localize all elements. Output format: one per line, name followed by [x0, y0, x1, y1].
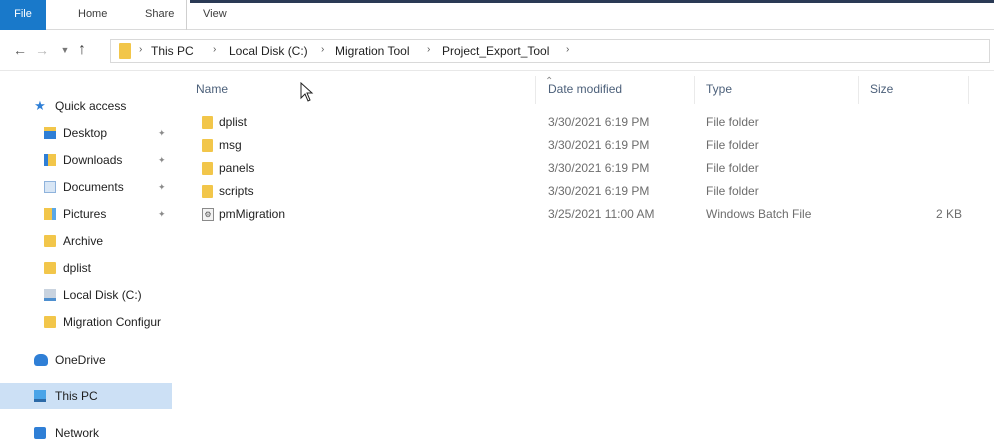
folder-icon: [202, 139, 213, 152]
breadcrumb-migration-tool[interactable]: Migration Tool: [335, 44, 409, 58]
column-divider[interactable]: [858, 76, 859, 104]
sidebar-item-label: OneDrive: [55, 353, 106, 367]
file-name: dplist: [219, 115, 248, 129]
network-icon: [34, 427, 46, 439]
sidebar-item-documents[interactable]: Documents ✦: [0, 174, 172, 200]
this-pc-icon: [34, 390, 46, 402]
tab-home[interactable]: Home: [78, 0, 107, 30]
folder-icon: [202, 162, 213, 175]
mouse-pointer-icon: [300, 82, 314, 102]
breadcrumb-chevron-icon[interactable]: ›: [213, 44, 216, 55]
sidebar-item-migration-configur[interactable]: Migration Configur: [0, 309, 172, 335]
sidebar-item-label: Pictures: [63, 207, 107, 221]
ribbon: File Home Share View: [0, 0, 994, 30]
column-divider[interactable]: [694, 76, 695, 104]
navigation-pane: ★ Quick access Desktop ✦ Downloads ✦ Doc…: [0, 72, 182, 448]
file-name: pmMigration: [219, 207, 286, 221]
file-date-modified: 3/30/2021 6:19 PM: [548, 115, 650, 129]
file-date-modified: 3/30/2021 6:19 PM: [548, 138, 650, 152]
folder-icon: [44, 316, 56, 328]
file-date-modified: 3/25/2021 11:00 AM: [548, 207, 655, 221]
desktop-icon: [44, 127, 56, 139]
breadcrumb-chevron-icon[interactable]: ›: [139, 44, 142, 55]
file-type: Windows Batch File: [706, 207, 812, 221]
onedrive-icon: [34, 354, 48, 366]
column-header-date-modified[interactable]: Date modified: [548, 82, 622, 96]
file-type: File folder: [706, 161, 759, 175]
sidebar-item-label: Desktop: [63, 126, 108, 140]
folder-icon: [44, 235, 56, 247]
pin-icon[interactable]: ✦: [158, 120, 166, 146]
column-header-size[interactable]: Size: [870, 82, 893, 96]
file-date-modified: 3/30/2021 6:19 PM: [548, 161, 650, 175]
sidebar-item-this-pc[interactable]: This PC: [0, 383, 172, 409]
file-row-panels[interactable]: panels 3/30/2021 6:19 PM File folder: [182, 157, 994, 180]
file-type: File folder: [706, 138, 759, 152]
column-header-name[interactable]: Name: [196, 82, 228, 96]
pictures-icon: [44, 208, 56, 220]
breadcrumb-chevron-icon[interactable]: ›: [427, 44, 430, 55]
sidebar-item-network[interactable]: Network: [0, 420, 172, 446]
file-name: panels: [219, 161, 255, 175]
file-type: File folder: [706, 115, 759, 129]
sidebar-item-quick-access[interactable]: ★ Quick access: [0, 93, 172, 119]
pin-icon[interactable]: ✦: [158, 147, 166, 173]
file-row-dplist[interactable]: dplist 3/30/2021 6:19 PM File folder: [182, 111, 994, 134]
tab-view[interactable]: View: [203, 0, 227, 30]
forward-arrow-icon[interactable]: →: [34, 41, 50, 59]
back-arrow-icon[interactable]: ←: [12, 41, 28, 59]
downloads-icon: [44, 154, 56, 166]
breadcrumb-chevron-icon[interactable]: ›: [566, 44, 569, 55]
pin-icon[interactable]: ✦: [158, 201, 166, 227]
sidebar-item-label: Quick access: [55, 99, 127, 113]
navigation-bar: ← → ▼ ↑ › This PC › Local Disk (C:) › Mi…: [0, 31, 994, 71]
file-size: 2 KB: [935, 207, 962, 221]
sidebar-item-label: This PC: [55, 389, 98, 403]
batch-file-icon: ⚙: [202, 208, 214, 221]
address-bar[interactable]: › This PC › Local Disk (C:) › Migration …: [110, 39, 990, 63]
folder-icon: [44, 262, 56, 274]
file-row-pmmigration[interactable]: ⚙ pmMigration 3/25/2021 11:00 AM Windows…: [182, 203, 994, 226]
sidebar-item-onedrive[interactable]: OneDrive: [0, 347, 172, 373]
file-type: File folder: [706, 184, 759, 198]
pin-icon[interactable]: ✦: [158, 174, 166, 200]
ribbon-divider: [186, 0, 187, 30]
sidebar-item-label: dplist: [63, 261, 92, 275]
documents-icon: [44, 181, 56, 193]
title-bar-strip: [190, 0, 994, 3]
tab-file[interactable]: File: [0, 0, 46, 30]
disk-icon: [44, 289, 56, 301]
sidebar-item-downloads[interactable]: Downloads ✦: [0, 147, 172, 173]
tab-share[interactable]: Share: [145, 0, 174, 30]
folder-icon: [119, 43, 131, 59]
sidebar-item-label: Archive: [63, 234, 104, 248]
breadcrumb-chevron-icon[interactable]: ›: [321, 44, 324, 55]
sidebar-item-label: Downloads: [63, 153, 123, 167]
column-header-type[interactable]: Type: [706, 82, 732, 96]
recent-locations-chevron-icon[interactable]: ▼: [57, 41, 73, 59]
sidebar-item-pictures[interactable]: Pictures ✦: [0, 201, 172, 227]
breadcrumb-this-pc[interactable]: This PC: [151, 44, 194, 58]
file-name: msg: [219, 138, 242, 152]
breadcrumb-project-export-tool[interactable]: Project_Export_Tool: [442, 44, 549, 58]
sidebar-item-label: Documents: [63, 180, 124, 194]
file-name: scripts: [219, 184, 254, 198]
up-arrow-icon[interactable]: ↑: [74, 41, 90, 59]
folder-icon: [202, 185, 213, 198]
star-icon: ★: [34, 98, 46, 113]
sidebar-item-label: Local Disk (C:): [63, 288, 142, 302]
sidebar-item-archive[interactable]: Archive: [0, 228, 172, 254]
sidebar-item-label: Migration Configur: [63, 315, 162, 329]
sidebar-item-label: Network: [55, 426, 100, 440]
folder-icon: [202, 116, 213, 129]
breadcrumb-local-disk[interactable]: Local Disk (C:): [229, 44, 308, 58]
file-row-scripts[interactable]: scripts 3/30/2021 6:19 PM File folder: [182, 180, 994, 203]
sidebar-item-desktop[interactable]: Desktop ✦: [0, 120, 172, 146]
column-divider[interactable]: [535, 76, 536, 104]
sidebar-item-local-disk[interactable]: Local Disk (C:): [0, 282, 172, 308]
sidebar-item-dplist[interactable]: dplist: [0, 255, 172, 281]
file-row-msg[interactable]: msg 3/30/2021 6:19 PM File folder: [182, 134, 994, 157]
file-date-modified: 3/30/2021 6:19 PM: [548, 184, 650, 198]
column-divider[interactable]: [968, 76, 969, 104]
